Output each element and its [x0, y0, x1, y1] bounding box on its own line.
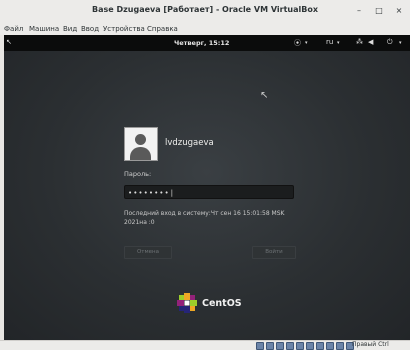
language-indicator[interactable]: ru [326, 38, 333, 46]
menu-machine[interactable]: Машина [29, 25, 59, 33]
centos-logo-icon [177, 293, 197, 313]
user-avatar[interactable] [124, 127, 158, 161]
minimize-button[interactable]: – [352, 4, 366, 18]
gnome-topbar: ↖ Четверг, 15:12 ⦿ ▾ ru ▾ ⁂ ◀ ⏻ ▾ [4, 35, 410, 51]
avatar-body [130, 147, 151, 160]
cancel-button[interactable]: Отмена [124, 246, 172, 259]
accessibility-dropdown-icon[interactable]: ▾ [305, 40, 308, 46]
login-button[interactable]: Войти [252, 246, 296, 259]
mouse-cursor-icon: ↖ [260, 90, 269, 101]
last-login-message: Последний вход в систему:Чт сен 16 15:01… [124, 210, 285, 226]
window-title: Base Dzugaeva [Работает] - Oracle VM Vir… [92, 5, 318, 14]
maximize-button[interactable]: □ [372, 4, 386, 18]
clock[interactable]: Четверг, 15:12 [174, 39, 229, 47]
pointer-icon: ↖ [6, 38, 12, 46]
avatar-head [135, 134, 146, 145]
menu-devices[interactable]: Устройства [103, 25, 145, 33]
close-button[interactable]: × [392, 4, 406, 18]
language-dropdown-icon[interactable]: ▾ [337, 40, 340, 46]
menubar: Файл Машина Вид Ввод Устройства Справка [0, 22, 410, 35]
vm-display[interactable]: ↖ Четверг, 15:12 ⦿ ▾ ru ▾ ⁂ ◀ ⏻ ▾ ↖ lvdz… [4, 35, 410, 340]
password-label: Пароль: [124, 170, 152, 178]
menu-help[interactable]: Справка [147, 25, 178, 33]
power-icon[interactable]: ⏻ [387, 38, 393, 47]
menu-input[interactable]: Ввод [81, 25, 99, 33]
username: lvdzugaeva [165, 138, 214, 148]
menu-file[interactable]: Файл [4, 25, 23, 33]
accessibility-icon[interactable]: ⦿ [294, 38, 301, 48]
centos-brand: CentOS [202, 298, 242, 309]
power-dropdown-icon[interactable]: ▾ [399, 40, 402, 46]
menu-view[interactable]: Вид [63, 25, 77, 33]
window-titlebar: Base Dzugaeva [Работает] - Oracle VM Vir… [0, 0, 410, 23]
volume-icon[interactable]: ◀ [368, 38, 373, 46]
host-key-label: Правый Ctrl [352, 341, 389, 348]
password-field[interactable]: ••••••••| [124, 185, 294, 199]
network-icon[interactable]: ⁂ [356, 38, 363, 46]
